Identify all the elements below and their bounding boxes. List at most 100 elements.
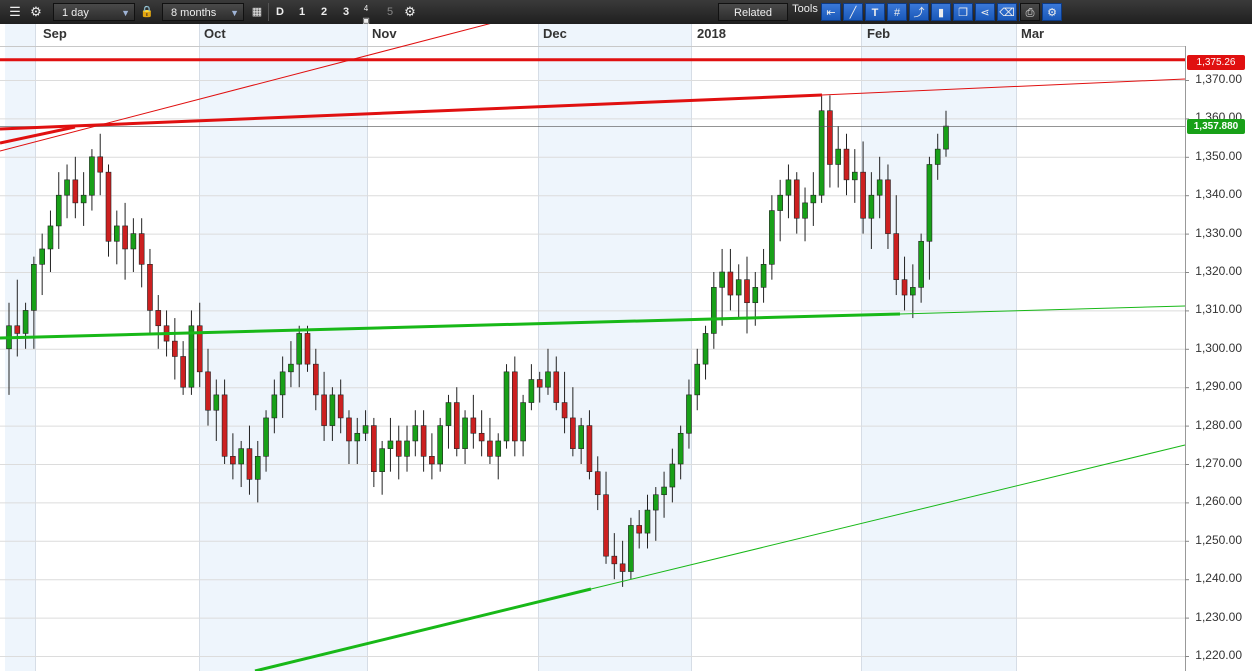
candle-body bbox=[478, 432, 485, 442]
candle-body bbox=[586, 425, 593, 472]
range-dropdown[interactable]: 8 months ▼ bbox=[162, 3, 244, 21]
price-tick-label: 1,340.00 bbox=[1195, 187, 1242, 202]
price-tick-label: 1,350.00 bbox=[1195, 148, 1242, 163]
candle-body bbox=[122, 225, 128, 250]
grid-icon[interactable]: # bbox=[887, 3, 907, 21]
candle-body bbox=[578, 425, 584, 449]
month-axis: Sep Oct Nov Dec 2018 Feb Mar bbox=[0, 24, 1185, 46]
candle-body bbox=[893, 233, 900, 280]
eraser-icon[interactable]: ⌫ bbox=[997, 3, 1017, 21]
line-tool-icon[interactable]: ╱ bbox=[843, 3, 863, 21]
period-button-1[interactable]: 1 bbox=[294, 3, 310, 21]
candle-body bbox=[918, 240, 924, 288]
candle-body bbox=[611, 555, 618, 565]
candle-body bbox=[313, 363, 319, 396]
candle-body bbox=[843, 148, 850, 181]
chart-plot[interactable] bbox=[0, 24, 1252, 671]
candle-body bbox=[130, 233, 137, 250]
candle-body bbox=[603, 494, 609, 557]
candle-body bbox=[354, 432, 361, 442]
price-tick-label: 1,250.00 bbox=[1195, 532, 1242, 547]
candle-body bbox=[238, 448, 244, 465]
month-label: Mar bbox=[1021, 26, 1045, 41]
text-tool-icon[interactable]: T bbox=[865, 3, 885, 21]
candle-body bbox=[735, 279, 742, 296]
candle-body bbox=[271, 394, 278, 419]
period-button-2[interactable]: 2 bbox=[316, 3, 332, 21]
candle-body bbox=[138, 233, 145, 265]
copy-icon[interactable]: ❐ bbox=[953, 3, 973, 21]
candle-body bbox=[387, 440, 394, 449]
interval-value: 1 day bbox=[62, 7, 89, 19]
green-support-line bbox=[0, 312, 901, 340]
price-tick-label: 1,310.00 bbox=[1195, 302, 1242, 317]
trend-icon[interactable]: ⤴ bbox=[909, 3, 929, 21]
list-icon[interactable]: ☰ bbox=[6, 3, 24, 21]
candle-body bbox=[296, 333, 303, 365]
candle-body bbox=[105, 171, 112, 242]
candle-body bbox=[727, 271, 734, 296]
gear-icon[interactable]: ⚙ bbox=[27, 3, 45, 21]
candle-body bbox=[39, 248, 45, 265]
period-button-d[interactable]: D bbox=[272, 3, 288, 21]
candle-body bbox=[395, 440, 402, 457]
candle-body bbox=[810, 194, 817, 204]
candle-body bbox=[362, 425, 369, 434]
chevron-down-icon: ▼ bbox=[230, 8, 239, 18]
candle-body bbox=[512, 371, 518, 442]
candle-body bbox=[288, 363, 294, 373]
candle-icon[interactable]: ▮ bbox=[931, 3, 951, 21]
candle-body bbox=[885, 179, 891, 234]
candle-body bbox=[453, 402, 460, 449]
candle-body bbox=[188, 325, 195, 388]
candle-body bbox=[420, 425, 427, 457]
candle-body bbox=[545, 371, 551, 388]
period-button-3[interactable]: 3 bbox=[338, 3, 354, 21]
tools-label: Tools bbox=[792, 3, 818, 15]
candle-body bbox=[147, 264, 153, 311]
candle-body bbox=[702, 333, 709, 365]
print-icon[interactable]: ⎙ bbox=[1020, 3, 1040, 21]
month-label: Feb bbox=[867, 26, 891, 41]
candle-body bbox=[404, 440, 410, 457]
interval-dropdown[interactable]: 1 day ▼ bbox=[53, 3, 135, 21]
candle-body bbox=[818, 110, 825, 196]
period-button-5[interactable]: 5 bbox=[382, 3, 398, 21]
candle-body bbox=[321, 394, 327, 426]
price-tick-label: 1,240.00 bbox=[1195, 571, 1242, 586]
candle-body bbox=[31, 264, 37, 311]
last-price-tag: 1,357.880 bbox=[1187, 119, 1245, 134]
candle-body bbox=[503, 371, 510, 442]
candle-body bbox=[570, 417, 576, 449]
candle-body bbox=[304, 333, 311, 365]
candle-body bbox=[619, 563, 626, 572]
red-trendline bbox=[0, 93, 823, 131]
candle-body bbox=[851, 171, 858, 181]
candle-body bbox=[89, 156, 95, 196]
candle-body bbox=[412, 425, 419, 442]
candle-body bbox=[561, 402, 568, 419]
candle-body bbox=[910, 287, 916, 296]
candle-body bbox=[437, 425, 443, 465]
candle-body bbox=[835, 148, 842, 165]
calendar-icon[interactable]: ▦ bbox=[249, 3, 265, 21]
candle-body bbox=[487, 440, 493, 457]
period-button-4[interactable]: 4 ▣ bbox=[358, 3, 374, 25]
candle-body bbox=[155, 310, 162, 327]
price-tick-label: 1,290.00 bbox=[1195, 379, 1242, 394]
candle-body bbox=[429, 456, 435, 465]
price-tick-label: 1,230.00 bbox=[1195, 609, 1242, 624]
resistance-price-tag: 1,375.26 bbox=[1187, 55, 1245, 70]
arrow-left-icon[interactable]: ⇤ bbox=[821, 3, 841, 21]
candle-body bbox=[97, 156, 104, 173]
candle-body bbox=[445, 402, 452, 426]
lock-icon[interactable]: 🔒 bbox=[140, 3, 154, 21]
gear-icon[interactable]: ⚙ bbox=[1042, 3, 1062, 21]
candle-body bbox=[652, 494, 659, 511]
candle-body bbox=[628, 525, 634, 572]
related-button[interactable]: Related bbox=[718, 3, 788, 21]
candle-body bbox=[744, 279, 750, 304]
candle-body bbox=[528, 379, 535, 403]
fork-icon[interactable]: ⋖ bbox=[975, 3, 995, 21]
settings-icon[interactable]: ⚙ bbox=[402, 3, 418, 21]
